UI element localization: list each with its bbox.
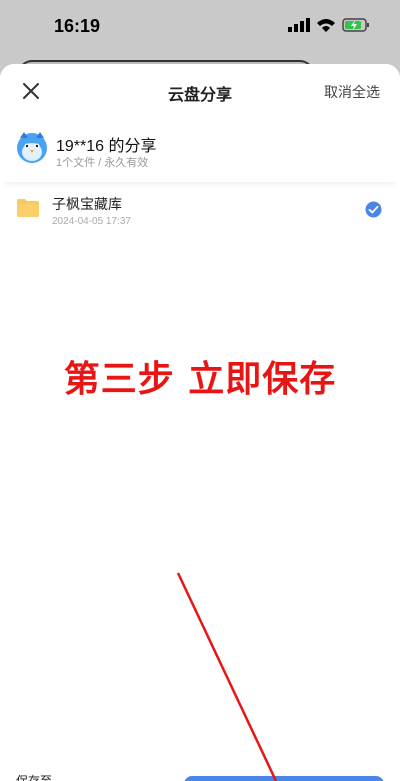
status-bar: 16:19 (0, 0, 400, 58)
save-button[interactable] (184, 776, 384, 781)
share-meta: 1个文件 / 永久有效 (56, 157, 149, 169)
share-info: 19**16 的分享 1个文件 / 永久有效 (0, 116, 400, 182)
share-owner: 19**16 的分享 (56, 138, 157, 155)
signal-icon (288, 18, 310, 32)
close-icon[interactable] (18, 78, 44, 104)
folder-icon (17, 199, 39, 217)
share-sheet: 云盘分享 取消全选 19**16 的分享 1个文件 / 永久有效 子枫宝藏库 2… (0, 64, 400, 781)
battery-icon (342, 18, 369, 32)
file-row[interactable]: 子枫宝藏库 2024-04-05 17:37 (0, 188, 400, 232)
sheet-header: 云盘分享 取消全选 (0, 64, 400, 116)
status-icons (288, 18, 370, 32)
file-name: 子枫宝藏库 (52, 196, 122, 212)
checkbox-checked-icon[interactable] (365, 201, 382, 218)
save-to-label[interactable]: 保存至 (16, 772, 52, 781)
status-time: 16:19 (54, 16, 101, 36)
deselect-all-button[interactable]: 取消全选 (324, 82, 380, 102)
tutorial-annotation: 第三步 立即保存 (63, 358, 337, 400)
avatar-icon (17, 132, 47, 163)
file-date: 2024-04-05 17:37 (52, 216, 131, 227)
wifi-icon (317, 19, 335, 32)
